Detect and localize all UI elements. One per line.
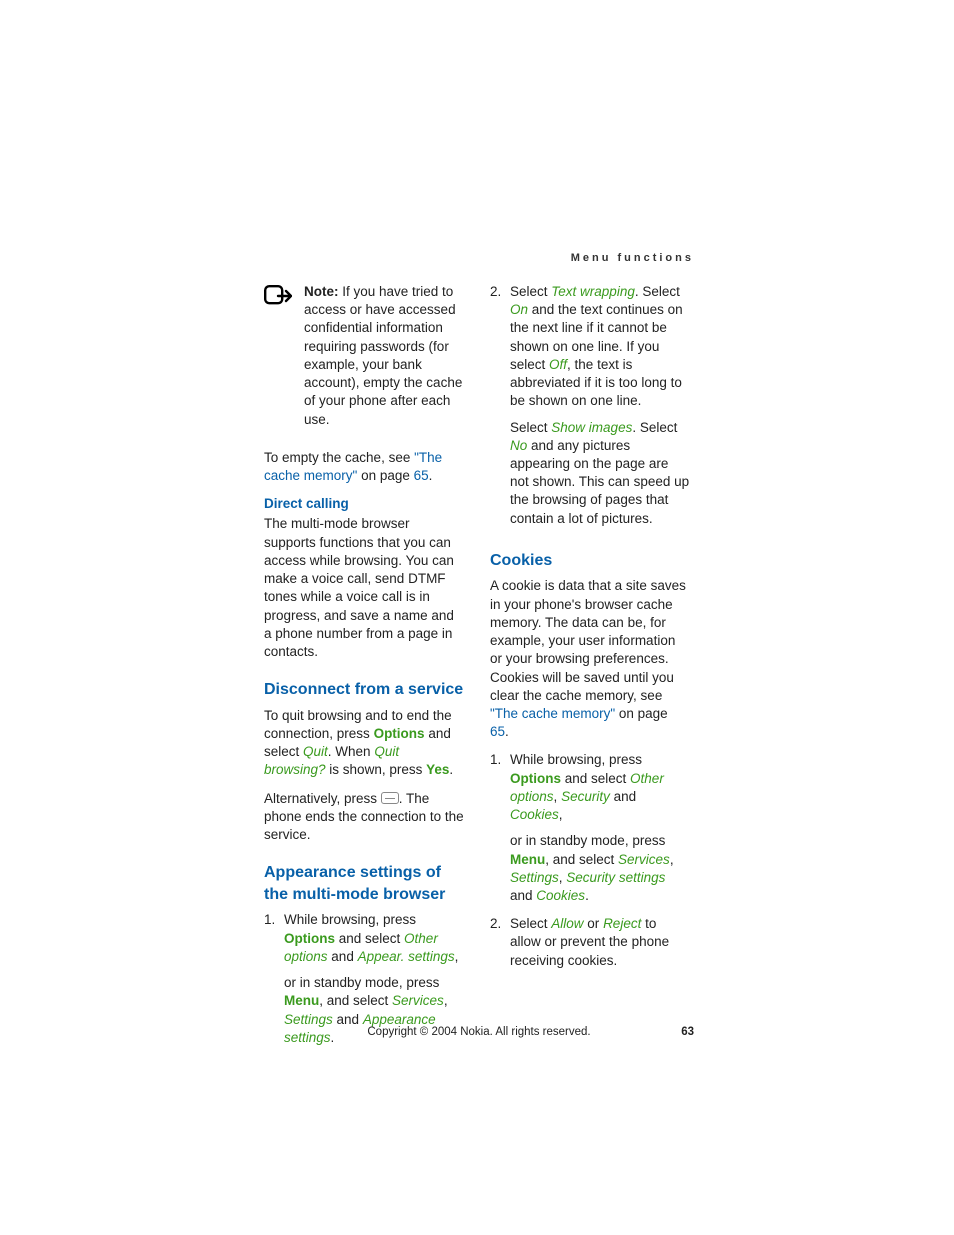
appearance-step-2-main: Select Text wrapping. Select On and the …: [510, 283, 690, 411]
cookies-step-1-main: While browsing, press Options and select…: [510, 751, 690, 824]
page-number: 63: [664, 1025, 694, 1041]
reject-option: Reject: [603, 916, 641, 931]
cookies-steps: While browsing, press Options and select…: [490, 751, 690, 969]
cookies-option: Cookies: [510, 807, 559, 822]
quit-option: Quit: [303, 744, 328, 759]
security-settings: Security settings: [566, 870, 665, 885]
two-column-layout: Note: If you have tried to access or hav…: [264, 283, 694, 1057]
page-content: Menu functions Note: If you have tried t…: [264, 253, 694, 1057]
appearance-step-2-sub: Select Show images. Select No and any pi…: [510, 419, 690, 528]
running-header: Menu functions: [571, 251, 694, 266]
menu-key: Menu: [284, 993, 319, 1008]
cookies-step-2: Select Allow or Reject to allow or preve…: [490, 915, 690, 970]
page-footer: Copyright © 2004 Nokia. All rights reser…: [264, 1025, 694, 1041]
cache-memory-link-2[interactable]: "The cache memory": [490, 706, 615, 721]
disconnect-p2: Alternatively, press . The phone ends th…: [264, 790, 464, 845]
appear-settings: Appear. settings: [358, 949, 455, 964]
cookies-intro: A cookie is data that a site saves in yo…: [490, 577, 690, 741]
allow-option: Allow: [551, 916, 583, 931]
note-body: If you have tried to access or have acce…: [304, 284, 462, 427]
heading-cookies: Cookies: [490, 550, 690, 572]
direct-calling-body: The multi-mode browser supports function…: [264, 515, 464, 661]
options-key-3: Options: [510, 771, 561, 786]
disconnect-p1: To quit browsing and to end the connecti…: [264, 707, 464, 780]
text-wrapping: Text wrapping: [551, 284, 635, 299]
page-65-link[interactable]: 65: [414, 468, 429, 483]
cookies-step-1: While browsing, press Options and select…: [490, 751, 690, 905]
heading-direct-calling: Direct calling: [264, 495, 464, 513]
right-column: Select Text wrapping. Select On and the …: [490, 283, 690, 1057]
heading-disconnect: Disconnect from a service: [264, 679, 464, 701]
off-option: Off: [549, 357, 567, 372]
heading-appearance: Appearance settings of the multi-mode br…: [264, 862, 464, 905]
note-text: Note: If you have tried to access or hav…: [304, 283, 464, 429]
menu-key-2: Menu: [510, 852, 545, 867]
appearance-step-1-main: While browsing, press Options and select…: [284, 911, 464, 966]
options-key-2: Options: [284, 931, 335, 946]
appearance-steps-right: Select Text wrapping. Select On and the …: [490, 283, 690, 528]
copyright-text: Copyright © 2004 Nokia. All rights reser…: [294, 1025, 664, 1041]
no-option: No: [510, 438, 527, 453]
settings-option-2: Settings: [510, 870, 559, 885]
services-option: Services: [392, 993, 444, 1008]
options-key: Options: [374, 726, 425, 741]
appearance-step-2: Select Text wrapping. Select On and the …: [490, 283, 690, 528]
security-option: Security: [561, 789, 610, 804]
end-key-icon: [381, 792, 399, 804]
services-option-2: Services: [618, 852, 670, 867]
on-option: On: [510, 302, 528, 317]
show-images: Show images: [551, 420, 632, 435]
page-65-link-2[interactable]: 65: [490, 724, 505, 739]
cookies-option-2: Cookies: [536, 888, 585, 903]
yes-key: Yes: [426, 762, 449, 777]
left-column: Note: If you have tried to access or hav…: [264, 283, 464, 1057]
note-label: Note:: [304, 284, 339, 299]
note-icon-wrap: [264, 283, 294, 439]
cookies-step-1-sub: or in standby mode, press Menu, and sele…: [510, 832, 690, 905]
note-icon: [264, 285, 292, 307]
cache-paragraph: To empty the cache, see "The cache memor…: [264, 449, 464, 485]
note-block: Note: If you have tried to access or hav…: [264, 283, 464, 439]
